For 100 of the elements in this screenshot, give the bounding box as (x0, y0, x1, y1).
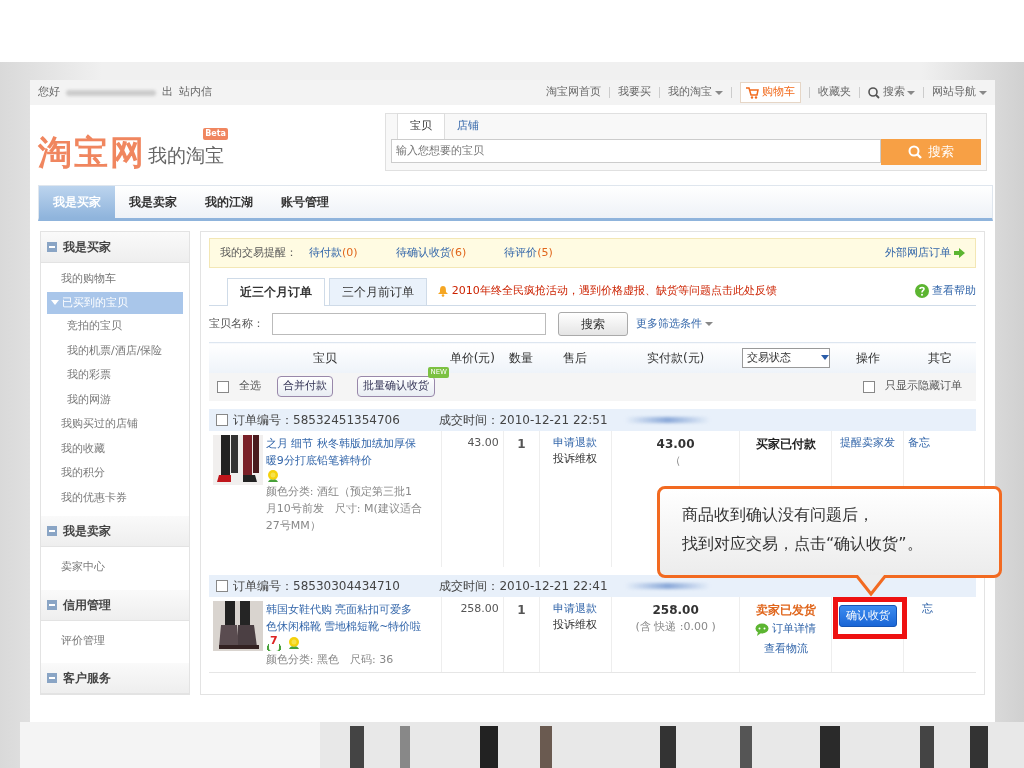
order-tab[interactable]: 三个月前订单 (329, 278, 427, 305)
callout-pointer (855, 575, 887, 597)
product-link[interactable]: 之月 细节 秋冬韩版加绒加厚保暖9分打底铅笔裤特价 (265, 434, 422, 469)
flower-icon (265, 468, 280, 483)
refund-link[interactable]: 申请退款 (543, 600, 607, 617)
search-field[interactable]: 输入您想要的宝贝 (391, 138, 881, 163)
column-header: 实付款(元) (646, 350, 705, 365)
chat-icon (755, 623, 770, 636)
order-time: 成交时间：2010-12-21 22:41 (439, 577, 608, 595)
search-tab[interactable]: 店铺 (445, 114, 491, 139)
sidebar-item[interactable]: 我的收藏 (41, 436, 189, 461)
main-tab[interactable]: 账号管理 (267, 186, 343, 218)
checkbox[interactable] (215, 579, 228, 592)
nav-menu[interactable]: 网站导航 (932, 84, 987, 101)
checkbox[interactable] (863, 380, 875, 393)
sidebar-subitem[interactable]: 我的机票/酒店/保险 (41, 338, 189, 363)
filter-label: 宝贝名称： (209, 315, 264, 332)
logistics-link[interactable]: 查看物流 (744, 640, 828, 657)
nav-link[interactable]: 收藏夹 (817, 84, 851, 101)
quantity: 1 (517, 436, 526, 451)
sidebar-heading: 客户服务 (63, 670, 111, 687)
remind-seller-link[interactable]: 提醒卖家发 (840, 435, 896, 449)
status-filter-select[interactable]: 交易状态 (741, 347, 830, 368)
search-tab[interactable]: 宝贝 (397, 113, 445, 139)
sidebar-item[interactable]: 我的购物车 (41, 267, 189, 292)
caret-icon (715, 90, 723, 95)
quantity: 1 (517, 602, 526, 617)
reminder-link[interactable]: 待确认收货(6) (395, 244, 467, 262)
sidebar-heading: 我是卖家 (63, 523, 111, 540)
unit-price: 258.00 (460, 601, 499, 615)
flower-icon (287, 635, 302, 650)
name-field[interactable] (272, 313, 546, 335)
product-spec: 颜色分类: 酒红（预定第三批1月10号前发 尺寸: M(建议适合27号MM） (265, 483, 422, 534)
memo-link[interactable]: 备忘 (908, 435, 931, 449)
paid-amount: 43.00 (655, 435, 696, 453)
checkbox[interactable] (215, 413, 228, 426)
memo-link[interactable]: 忘 (922, 601, 934, 615)
main-tab[interactable]: 我是卖家 (115, 186, 191, 218)
search-menu[interactable]: 搜索 (867, 84, 916, 101)
nav-link[interactable]: 我要买 (618, 84, 652, 101)
shipping-note: （ (669, 452, 683, 469)
refund-link[interactable]: 申请退款 (543, 434, 607, 451)
order-tab[interactable]: 近三个月订单 (227, 278, 325, 306)
nav-menu[interactable]: 我的淘宝 (668, 84, 723, 101)
order-detail-link[interactable]: 订单详情 (744, 621, 828, 638)
reminder-link[interactable]: 待付款(0) (309, 244, 358, 262)
cart-link[interactable]: 购物车 (740, 82, 801, 103)
complaint-link[interactable]: 投诉维权 (543, 617, 607, 634)
notice-link[interactable]: 2010年终全民疯抢活动，遇到价格虚报、缺货等问题点击此处反馈 (437, 282, 777, 299)
beta-badge: Beta (203, 127, 228, 140)
column-header: 宝贝 (313, 350, 338, 365)
expand-icon (51, 300, 59, 306)
collapse-icon[interactable] (47, 242, 57, 252)
sidebar-subitem[interactable]: 竞拍的宝贝 (41, 314, 189, 339)
return-badge-icon: 7 (265, 634, 282, 651)
reminder-label: 我的交易提醒： (220, 244, 297, 261)
order-time: 成交时间：2010-12-21 22:51 (439, 411, 608, 429)
reminder-link[interactable]: 待评价(5) (504, 244, 553, 262)
cart-icon (746, 86, 759, 99)
caret-icon (907, 90, 916, 95)
sidebar-item[interactable]: 我购买过的店铺 (41, 412, 189, 437)
nav-link[interactable]: 淘宝网首页 (546, 84, 602, 101)
site-subtitle: 我的淘宝 (148, 143, 224, 166)
order-status: 卖家已发货 (754, 601, 817, 619)
checkbox[interactable] (217, 380, 229, 393)
order-number: 订单编号：58530304434710 (233, 577, 400, 595)
bell-icon (437, 284, 449, 297)
merge-pay-button[interactable]: 合并付款 (277, 376, 333, 397)
collapse-icon[interactable] (47, 526, 57, 536)
main-tab[interactable]: 我的江湖 (191, 186, 267, 218)
messages-link[interactable]: 站内信 (179, 84, 212, 101)
sidebar-subitem[interactable]: 我的网游 (41, 387, 189, 412)
sidebar-heading: 信用管理 (63, 596, 111, 614)
sidebar-item[interactable]: 我的优惠卡券 (41, 485, 189, 510)
more-filters-link[interactable]: 更多筛选条件 (636, 315, 713, 333)
complaint-link[interactable]: 投诉维权 (543, 451, 607, 468)
product-link[interactable]: 韩国女鞋代购 亮面粘扣可爱多色休闲棉靴 雪地棉短靴~特价啦 (265, 600, 422, 635)
collapse-icon[interactable] (47, 599, 57, 610)
order-status: 买家已付款 (754, 435, 817, 453)
column-header: 单价(元) (449, 350, 495, 365)
external-orders-link[interactable]: 外部网店订单 (885, 244, 965, 262)
search-icon (867, 86, 880, 99)
confirm-receipt-button[interactable]: 确认收货 (838, 604, 897, 627)
column-header: 数量 (509, 350, 534, 365)
unit-price: 43.00 (467, 435, 499, 449)
sidebar-item[interactable]: 评价管理 (41, 628, 189, 653)
help-link[interactable]: 查看帮助 (915, 282, 976, 299)
column-header: 操作 (855, 350, 880, 365)
product-spec: 颜色分类: 黑色 尺码: 36 (265, 651, 395, 668)
collapse-icon[interactable] (47, 673, 57, 683)
sidebar-item[interactable]: 卖家中心 (41, 555, 189, 580)
paid-amount: 258.00 (651, 601, 700, 619)
hidden-orders-label: 只显示隐藏订单 (885, 378, 962, 395)
batch-confirm-button[interactable]: 批量确认收货 (357, 376, 435, 397)
logout-link[interactable]: 出 (162, 84, 173, 101)
shipping-note: (含 快递 :0.00 ) (634, 618, 717, 635)
sidebar-item[interactable]: 我的积分 (41, 461, 189, 486)
caret-icon (979, 90, 987, 95)
search-button[interactable]: 搜索 (558, 312, 628, 336)
sidebar-subitem[interactable]: 我的彩票 (41, 363, 189, 388)
